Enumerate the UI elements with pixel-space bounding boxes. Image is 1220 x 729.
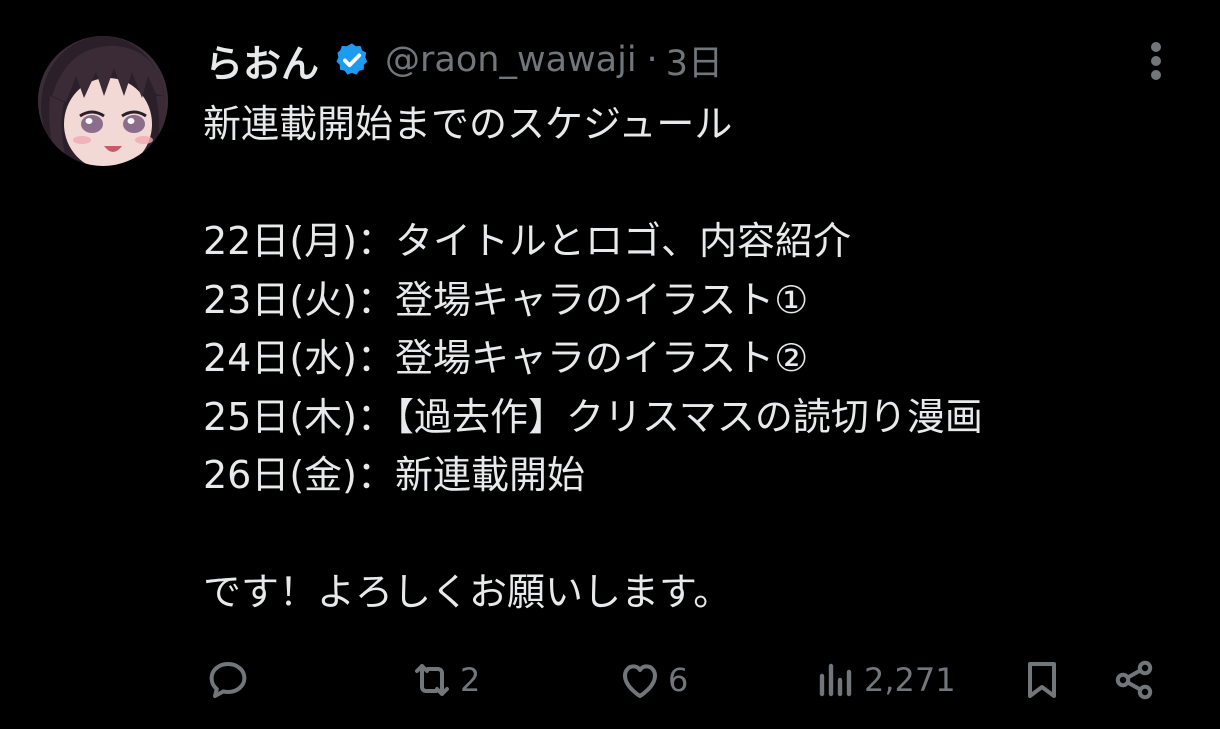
view-count: 2,271 (864, 661, 956, 699)
tweet-text-line: 24日(水)：登場キャラのイラスト② (203, 336, 809, 380)
heart-icon (623, 664, 657, 698)
views-button[interactable]: 2,271 (812, 650, 956, 710)
like-count: 6 (668, 661, 689, 699)
timestamp[interactable]: 3日 (666, 35, 723, 86)
repost-icon (415, 664, 449, 696)
user-handle[interactable]: @raon_wawaji (385, 40, 637, 80)
bookmark-button[interactable] (1018, 650, 1066, 710)
more-options-button[interactable] (1136, 36, 1176, 86)
reply-button[interactable] (204, 650, 256, 710)
tweet-text-line: です！よろしくお願いします。 (203, 570, 732, 614)
avatar[interactable] (38, 36, 168, 166)
action-bar: 2 6 2,271 (0, 650, 1220, 710)
tweet-text-line: 23日(火)：登場キャラのイラスト① (203, 277, 809, 322)
repost-button[interactable]: 2 (408, 650, 480, 710)
verified-badge-icon[interactable] (333, 41, 371, 79)
tweet-text-line (203, 154, 1193, 213)
reply-icon (209, 662, 247, 698)
like-button[interactable]: 6 (616, 650, 688, 710)
bookmark-icon (1028, 662, 1056, 698)
tweet-text-line: 25日(木)：【過去作】クリスマスの読切り漫画 (203, 394, 983, 439)
tweet-text-line: 22日(月)：タイトルとロゴ、内容紹介 (203, 219, 852, 263)
avatar-illustration (38, 36, 168, 166)
repost-count: 2 (460, 661, 481, 699)
tweet-text-line: 新連載開始までのスケジュール (203, 102, 733, 146)
display-name[interactable]: らおん (205, 33, 319, 88)
tweet-text-line (203, 505, 1193, 564)
share-icon (1115, 660, 1153, 700)
more-vertical-icon (1151, 42, 1161, 80)
tweet-text: 新連載開始までのスケジュール 22日(月)：タイトルとロゴ、内容紹介 23日(火… (203, 95, 1193, 622)
tweet-header: らおん @raon_wawaji · 3日 (205, 35, 723, 86)
views-icon (819, 663, 852, 697)
separator-dot: · (646, 40, 658, 80)
share-button[interactable] (1110, 650, 1158, 710)
tweet-text-line: 26日(金)：新連載開始 (203, 453, 586, 497)
